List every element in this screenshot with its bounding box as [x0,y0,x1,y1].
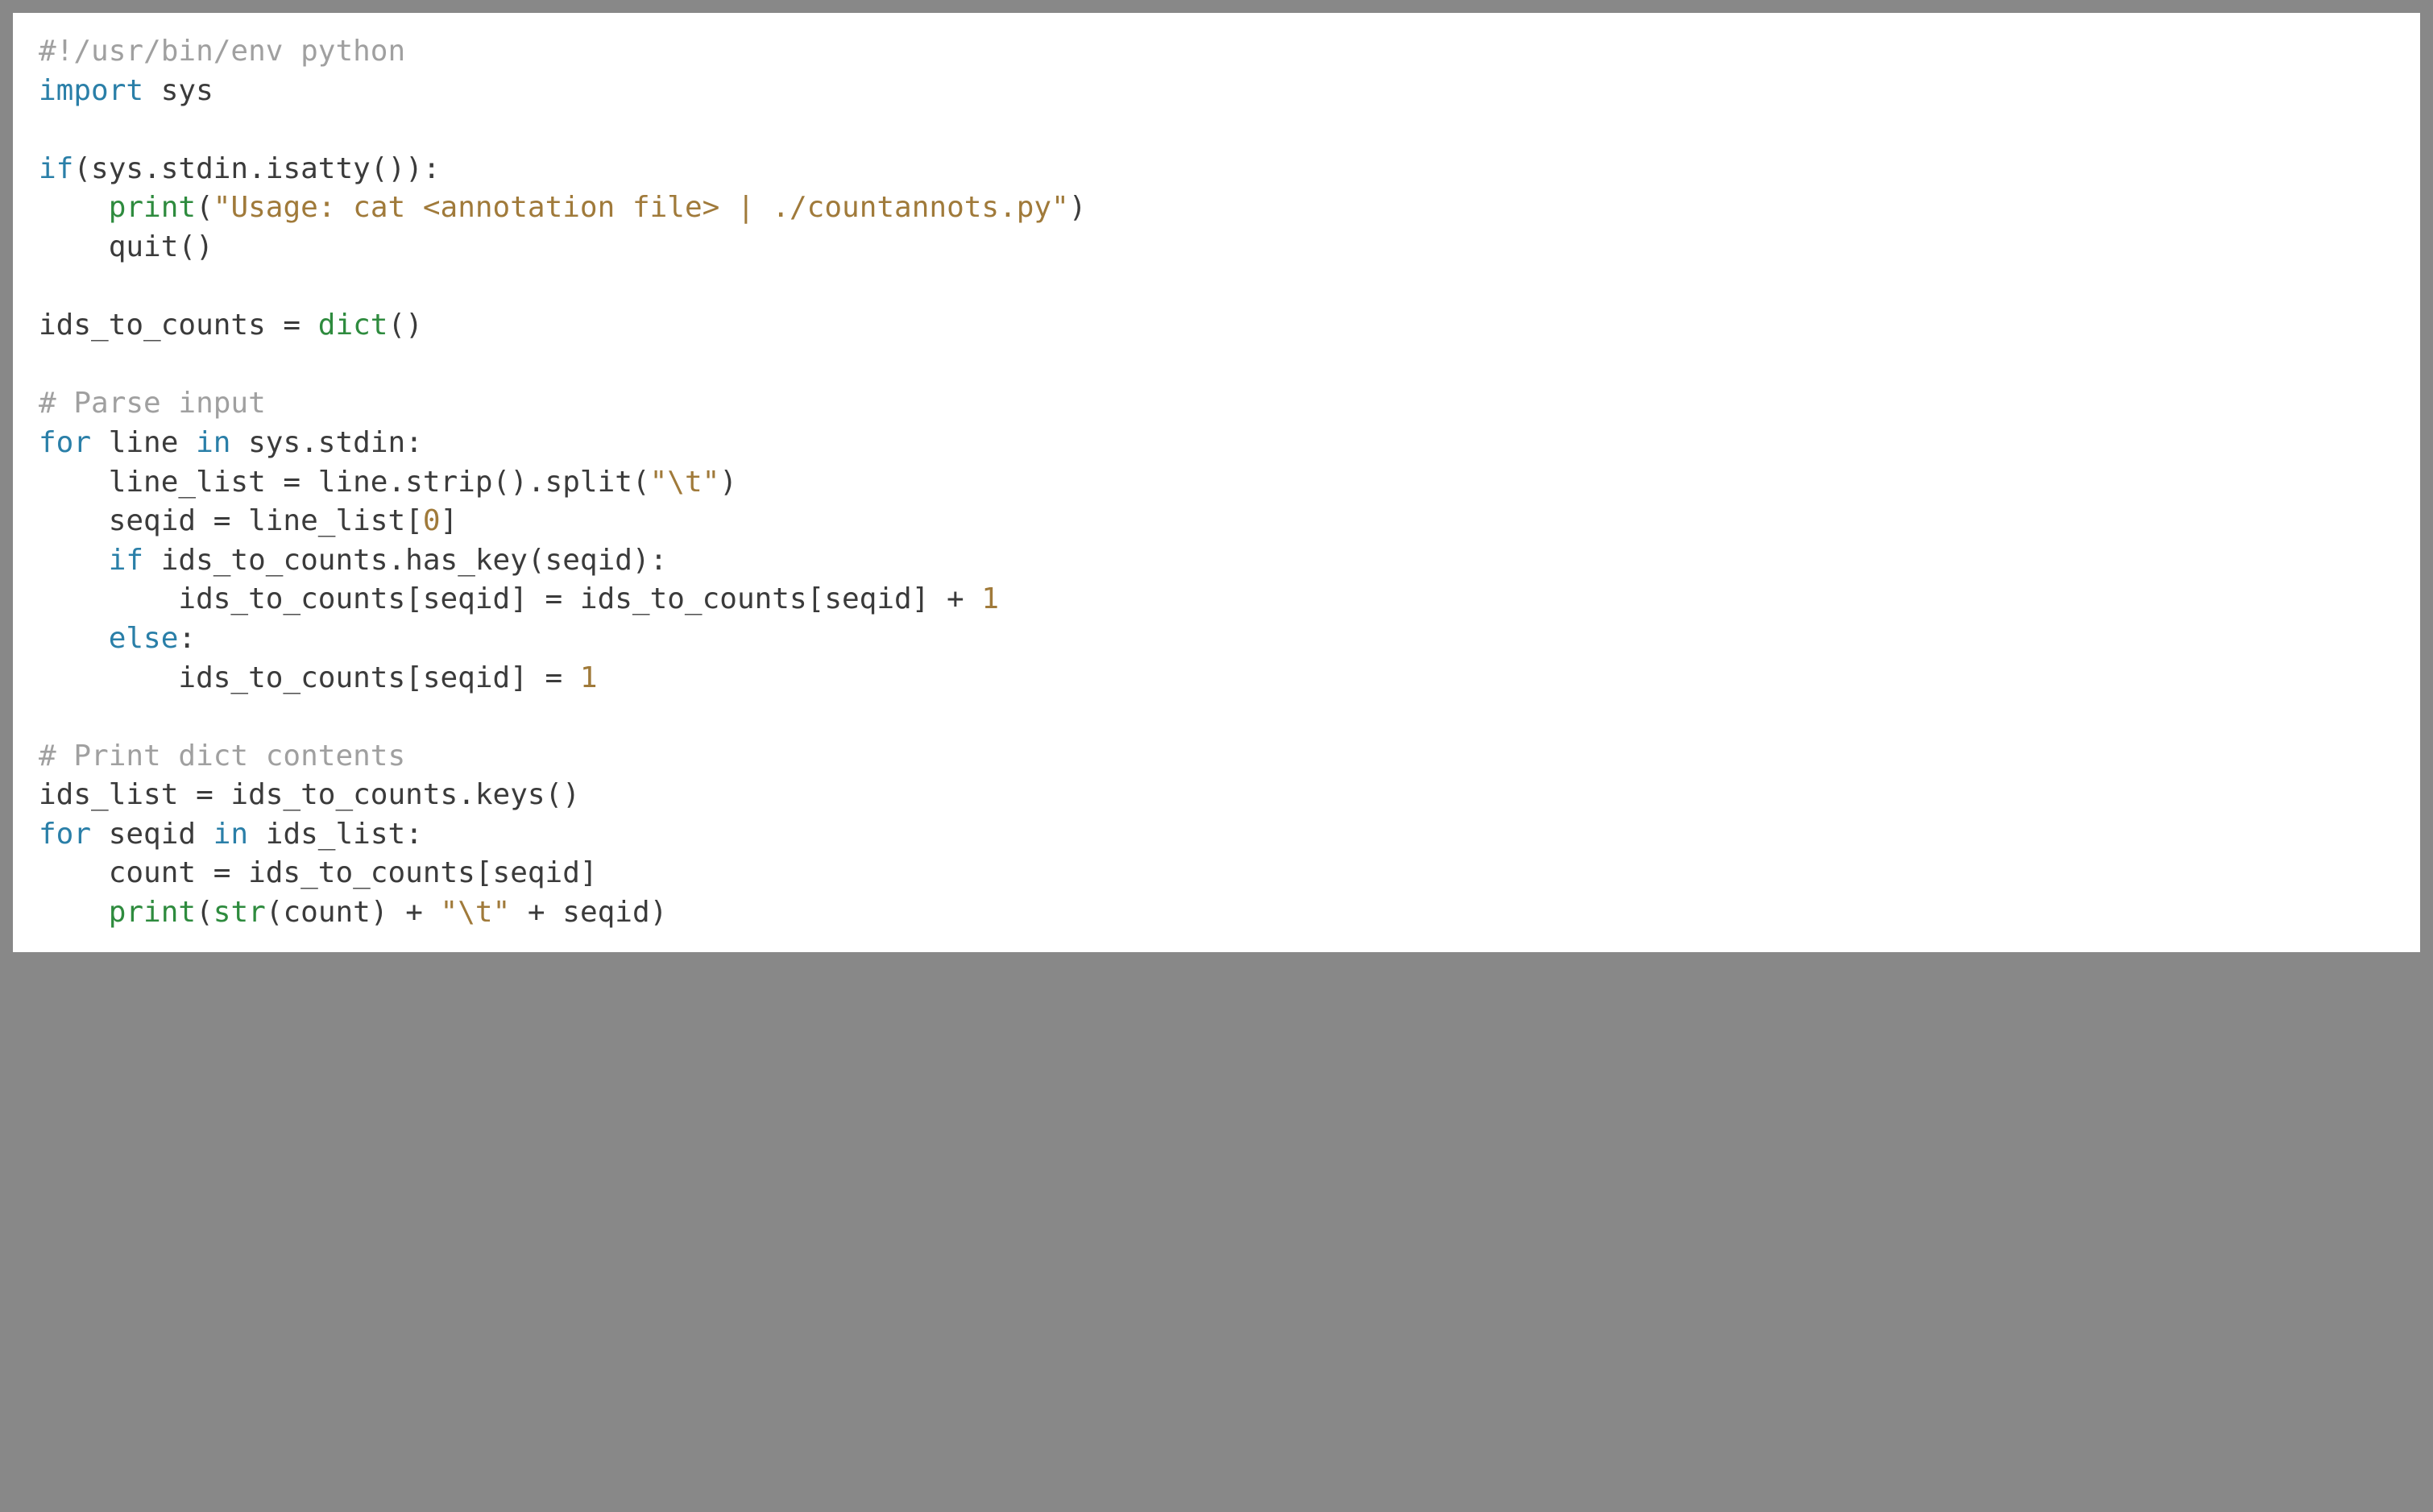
code-token: ids_to_counts[seqid] = ids_to_counts[seq… [39,582,981,615]
code-token: in [196,426,230,459]
code-token: () [388,309,422,342]
code-token: "\t" [441,896,511,929]
code-token: ] [441,504,458,537]
code-token: print [109,896,196,929]
code-token: seqid = line_list[ [39,504,423,537]
code-token: ids_list = ids_to_counts.keys() [39,778,580,811]
code-token: ) [719,466,737,499]
code-token [39,191,109,224]
code-token: 0 [423,504,441,537]
code-token: line_list = line.strip().split( [39,466,650,499]
code-token: # Print dict contents [39,739,405,773]
code-token: str [213,896,266,929]
code-token: ids_to_counts[seqid] = [39,661,580,694]
code-token: + seqid) [510,896,667,929]
code-token: sys.stdin: [230,426,422,459]
code-token: print [109,191,196,224]
code-token: #!/usr/bin/env python [39,35,405,68]
code-token: seqid [91,818,213,851]
code-token: (count) + [266,896,441,929]
code-token: 1 [580,661,598,694]
code-token: line [91,426,196,459]
code-token: else [109,622,179,655]
code-token: : [178,622,196,655]
code-block: #!/usr/bin/env python import sys if(sys.… [13,13,2420,952]
code-token: ( [196,191,213,224]
code-token: sys [143,74,213,107]
code-token: ids_to_counts = [39,309,318,342]
code-token: count = ids_to_counts[seqid] [39,856,598,889]
code-token: if [109,544,143,577]
code-token: for [39,818,91,851]
code-token: ( [196,896,213,929]
code-token: ids_to_counts.has_key(seqid): [143,544,667,577]
code-token [39,544,109,577]
code-token: ) [1069,191,1087,224]
code-token: for [39,426,91,459]
code-token: "Usage: cat <annotation file> | ./counta… [213,191,1069,224]
code-token [39,896,109,929]
code-token: 1 [981,582,999,615]
code-token: import [39,74,143,107]
code-token: "\t" [650,466,720,499]
code-token [39,622,109,655]
code-token: quit() [39,230,213,263]
code-token: ids_list: [248,818,423,851]
code-token: in [213,818,248,851]
code-token: dict [318,309,388,342]
code-token: (sys.stdin.isatty()): [73,152,440,185]
code-token: if [39,152,73,185]
code-token: # Parse input [39,387,266,420]
code-content: #!/usr/bin/env python import sys if(sys.… [39,32,2394,933]
